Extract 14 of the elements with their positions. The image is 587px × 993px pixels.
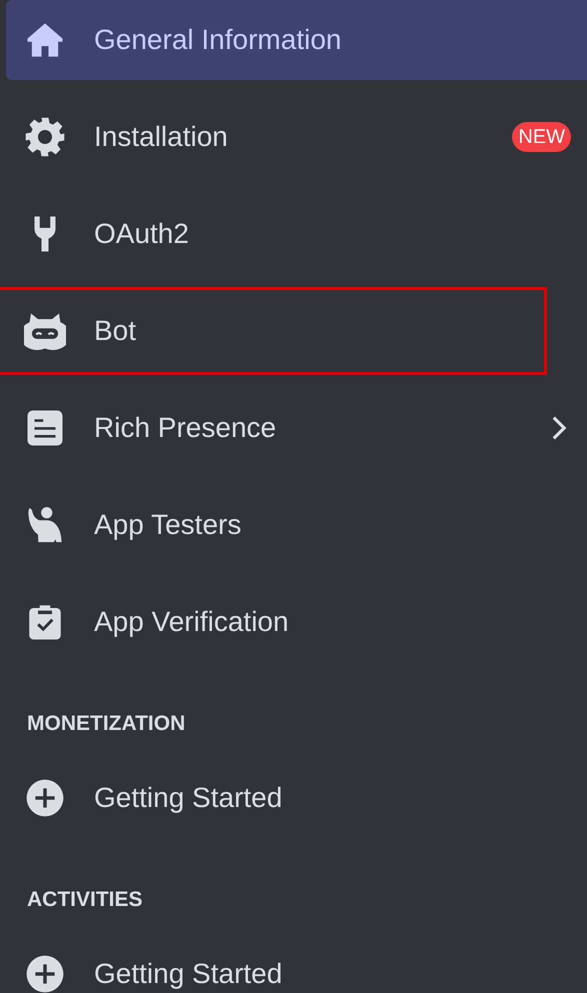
sidebar-item[interactable]: App Testers (6, 485, 587, 565)
sidebar-item[interactable]: Getting Started (6, 934, 587, 993)
sidebar-item[interactable]: Rich Presence (6, 388, 587, 468)
gear-icon (24, 116, 66, 158)
sidebar-item[interactable]: Bot (6, 291, 587, 371)
new-badge: NEW (512, 122, 571, 152)
sidebar-item[interactable]: General Information (6, 0, 587, 80)
section-heading: ACTIVITIES (27, 888, 144, 912)
section-heading: MONETIZATION (27, 712, 186, 736)
sidebar-item[interactable]: Installation NEW (6, 97, 587, 177)
sidebar-item[interactable]: App Verification (6, 582, 587, 662)
sidebar-item[interactable]: OAuth2 (6, 194, 587, 274)
sidebar-item[interactable]: Getting Started (6, 758, 587, 838)
chevron-right-icon (551, 415, 567, 441)
